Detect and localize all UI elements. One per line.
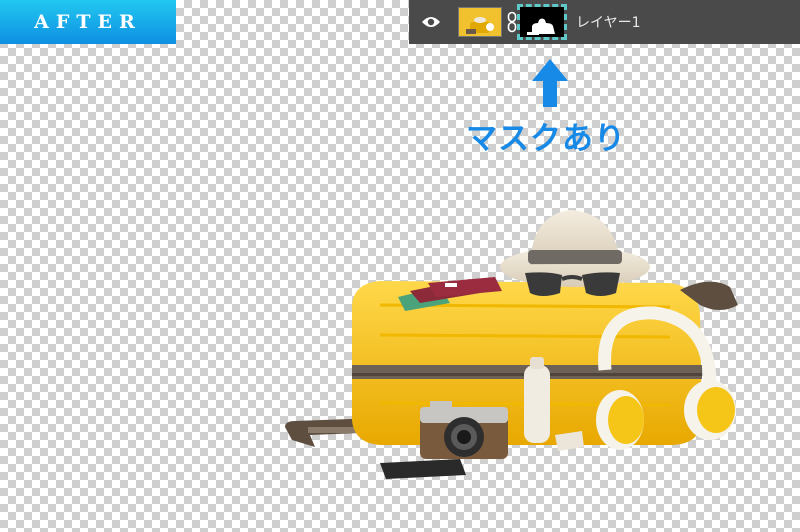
layer-name[interactable]: レイヤー1 — [576, 12, 641, 32]
mask-annotation: マスクあり — [466, 121, 626, 157]
layer-thumbnail[interactable] — [458, 7, 502, 37]
up-arrow-icon — [532, 59, 568, 107]
travel-suitcase-image — [285, 210, 738, 479]
mask-thumbnail[interactable] — [517, 4, 567, 40]
after-label: AFTER — [34, 11, 142, 33]
chain-link-icon[interactable] — [507, 11, 517, 33]
eye-icon[interactable] — [421, 15, 441, 29]
layers-panel-row[interactable]: レイヤー1 — [409, 0, 800, 44]
after-badge: AFTER — [0, 0, 176, 44]
